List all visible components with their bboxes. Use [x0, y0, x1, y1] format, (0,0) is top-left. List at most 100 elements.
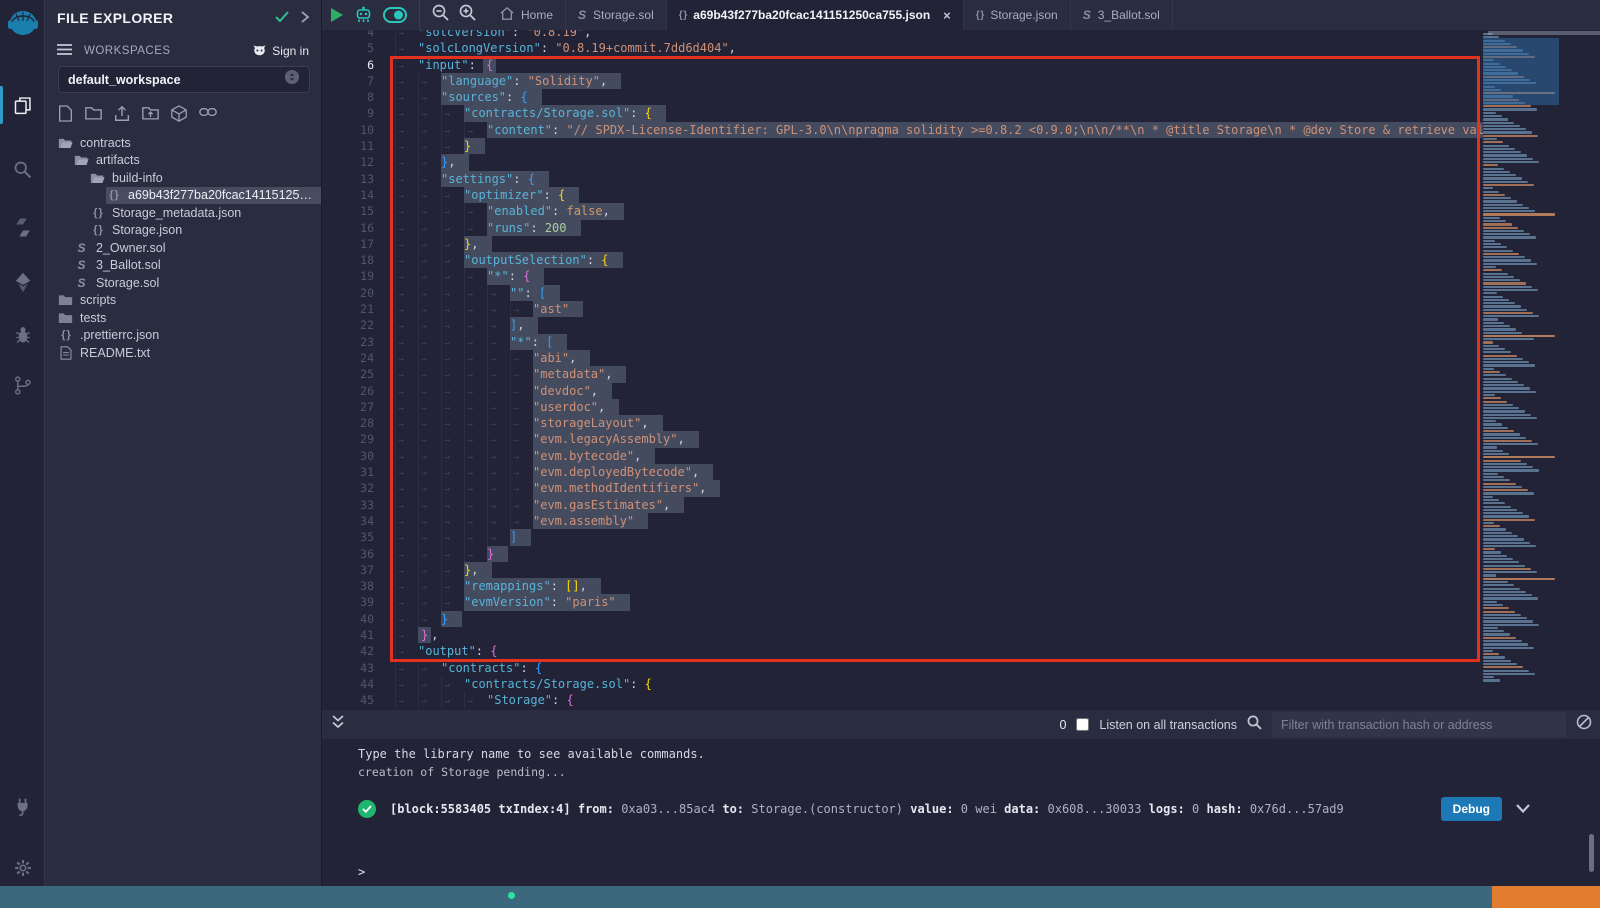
- file-tree-item[interactable]: { }Storage.json: [45, 222, 321, 240]
- editor-code-line[interactable]: 12},: [322, 154, 1483, 170]
- settings-icon[interactable]: [0, 851, 45, 885]
- editor-code-line[interactable]: 33"evm.gasEstimates",: [322, 497, 1483, 513]
- deploy-run-icon[interactable]: [0, 265, 45, 299]
- toggle-icon[interactable]: [383, 7, 407, 23]
- file-tree-item[interactable]: build-info: [45, 169, 321, 187]
- tab-storage-json[interactable]: { }Storage.json: [964, 0, 1071, 30]
- zoom-in-icon[interactable]: [459, 4, 476, 26]
- debugger-icon[interactable]: [0, 318, 45, 352]
- minimap-viewport[interactable]: [1483, 38, 1559, 105]
- git-icon[interactable]: [0, 368, 45, 402]
- remix-logo[interactable]: [4, 6, 42, 44]
- editor-code-line[interactable]: 30"evm.bytecode",: [322, 448, 1483, 464]
- editor-code-line[interactable]: 35]: [322, 529, 1483, 545]
- editor-code-line[interactable]: 13"settings": {: [322, 171, 1483, 187]
- chevron-down-icon[interactable]: [1516, 802, 1530, 816]
- editor-code-line[interactable]: 9"contracts/Storage.sol": {: [322, 105, 1483, 121]
- editor-code-line[interactable]: 41},: [322, 627, 1483, 643]
- upload-file-icon[interactable]: [114, 105, 130, 127]
- zoom-out-icon[interactable]: [432, 4, 449, 26]
- editor-code-line[interactable]: 32"evm.methodIdentifiers",: [322, 480, 1483, 496]
- upload-folder-icon[interactable]: [142, 105, 159, 127]
- terminal-prompt[interactable]: >: [358, 865, 365, 879]
- editor-code-line[interactable]: 27"userdoc",: [322, 399, 1483, 415]
- workspace-select[interactable]: default_workspace: [58, 66, 310, 93]
- file-tree-item[interactable]: S3_Ballot.sol: [45, 257, 321, 275]
- solidity-compiler-icon[interactable]: [0, 210, 45, 244]
- editor-code-line[interactable]: 45"Storage": {: [322, 692, 1483, 708]
- file-tree-item[interactable]: SStorage.sol: [45, 274, 321, 292]
- file-tree-item[interactable]: README.txt: [45, 344, 321, 362]
- transaction-log-row[interactable]: [block:5583405 txIndex:4] from: 0xa03...…: [358, 797, 1530, 821]
- file-tree-item[interactable]: S2_Owner.sol: [45, 239, 321, 257]
- tab-storage-sol[interactable]: SStorage.sol: [566, 0, 667, 30]
- editor-code-line[interactable]: 15"enabled": false,: [322, 203, 1483, 219]
- link-icon[interactable]: [199, 105, 217, 127]
- editor-code-line[interactable]: 21"ast": [322, 301, 1483, 317]
- editor-code-line[interactable]: 17},: [322, 236, 1483, 252]
- search-icon[interactable]: [1247, 715, 1262, 735]
- editor-code-line[interactable]: 14"optimizer": {: [322, 187, 1483, 203]
- editor-code-line[interactable]: 8"sources": {: [322, 89, 1483, 105]
- editor-code-line[interactable]: 25"metadata",: [322, 366, 1483, 382]
- editor-code-line[interactable]: 4"solcVersion": "0.8.19",: [322, 30, 1483, 40]
- editor-code-line[interactable]: 10"content": "// SPDX-License-Identifier…: [322, 122, 1483, 138]
- tab-home[interactable]: Home: [488, 0, 566, 30]
- file-tree-item[interactable]: contracts: [45, 134, 321, 152]
- new-folder-icon[interactable]: [85, 105, 102, 127]
- editor-code-line[interactable]: 29"evm.legacyAssembly",: [322, 431, 1483, 447]
- file-tree-item[interactable]: scripts: [45, 292, 321, 310]
- editor-code-line[interactable]: 28"storageLayout",: [322, 415, 1483, 431]
- tab-a69b43f277ba20fcac141151250ca755-json[interactable]: { }a69b43f277ba20fcac141151250ca755.json…: [667, 0, 964, 30]
- editor-code-line[interactable]: 11}: [322, 138, 1483, 154]
- editor-code-line[interactable]: 26"devdoc",: [322, 383, 1483, 399]
- editor-code-line[interactable]: 6"input": {: [322, 57, 1483, 73]
- editor-code-line[interactable]: 39"evmVersion": "paris": [322, 594, 1483, 610]
- play-icon[interactable]: [330, 7, 344, 23]
- sign-in-button[interactable]: Sign in: [252, 44, 309, 58]
- editor-code-line[interactable]: 42"output": {: [322, 643, 1483, 659]
- minimap[interactable]: [1483, 33, 1559, 705]
- editor-code-line[interactable]: 20"": [: [322, 285, 1483, 301]
- tab-3-ballot-sol[interactable]: S3_Ballot.sol: [1071, 0, 1173, 30]
- editor-code-line[interactable]: 43"contracts": {: [322, 660, 1483, 676]
- editor-code-line[interactable]: 44"contracts/Storage.sol": {: [322, 676, 1483, 692]
- editor-code-line[interactable]: 22],: [322, 317, 1483, 333]
- clear-console-icon[interactable]: [1576, 714, 1592, 735]
- hamburger-menu-icon[interactable]: [57, 42, 72, 60]
- file-tree-item[interactable]: { }a69b43f277ba20fcac141151250ca7...: [45, 187, 321, 205]
- double-chevron-down-icon[interactable]: [322, 715, 354, 734]
- transaction-filter-input[interactable]: [1272, 712, 1566, 737]
- search-icon[interactable]: [0, 152, 45, 186]
- file-tree-item[interactable]: artifacts: [45, 152, 321, 170]
- editor-code-line[interactable]: 18"outputSelection": {: [322, 252, 1483, 268]
- ai-assistant-icon[interactable]: [354, 6, 373, 24]
- editor-code-line[interactable]: 7"language": "Solidity",: [322, 73, 1483, 89]
- editor-code-line[interactable]: 36}: [322, 546, 1483, 562]
- editor-code-line[interactable]: 23"*": [: [322, 334, 1483, 350]
- editor-code-line[interactable]: 40}: [322, 611, 1483, 627]
- debug-button[interactable]: Debug: [1441, 797, 1502, 821]
- editor-code-line[interactable]: 19"*": {: [322, 268, 1483, 284]
- code-editor[interactable]: 4"solcVersion": "0.8.19",5"solcLongVersi…: [322, 30, 1600, 710]
- new-file-icon[interactable]: [58, 105, 73, 127]
- editor-code-line[interactable]: 34"evm.assembly": [322, 513, 1483, 529]
- editor-code-line[interactable]: 37},: [322, 562, 1483, 578]
- terminal-scrollbar[interactable]: [1589, 834, 1594, 872]
- terminal[interactable]: Type the library name to see available c…: [322, 739, 1600, 886]
- listen-all-transactions-checkbox[interactable]: [1076, 718, 1089, 731]
- editor-code-line[interactable]: 24"abi",: [322, 350, 1483, 366]
- close-icon[interactable]: ×: [943, 8, 951, 23]
- file-tree-item[interactable]: { }.prettierrc.json: [45, 327, 321, 345]
- editor-code-line[interactable]: 16"runs": 200: [322, 220, 1483, 236]
- editor-code-line[interactable]: 5"solcLongVersion": "0.8.19+commit.7dd6d…: [322, 40, 1483, 56]
- file-explorer-icon[interactable]: [0, 88, 45, 122]
- editor-code-line[interactable]: 31"evm.deployedBytecode",: [322, 464, 1483, 480]
- editor-code-line[interactable]: 38"remappings": [],: [322, 578, 1483, 594]
- plugin-manager-icon[interactable]: [0, 790, 45, 824]
- file-tree-item[interactable]: tests: [45, 309, 321, 327]
- file-tree-item[interactable]: { }Storage_metadata.json: [45, 204, 321, 222]
- libraries-icon[interactable]: [171, 105, 187, 127]
- status-alert-segment[interactable]: [1492, 886, 1600, 908]
- chevron-right-icon[interactable]: [301, 10, 309, 26]
